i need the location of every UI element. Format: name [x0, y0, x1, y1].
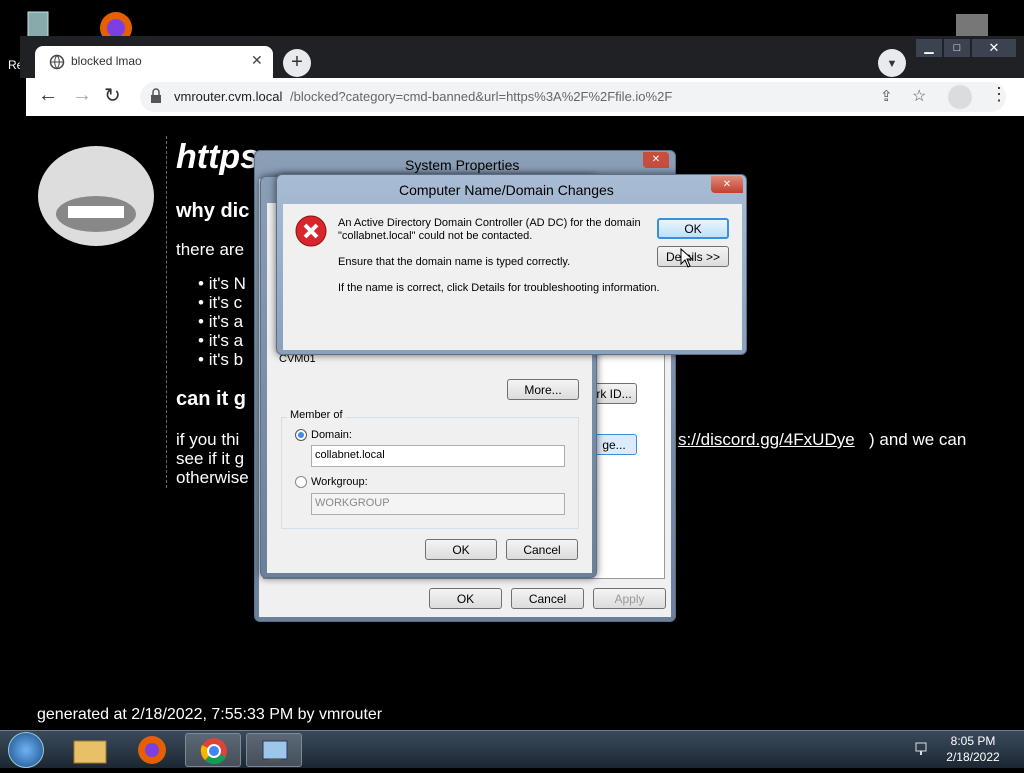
- close-icon[interactable]: ✕: [251, 52, 263, 69]
- troll-face-image: [34, 142, 158, 250]
- contact-line2: see if it g: [176, 449, 245, 468]
- minimize-button[interactable]: ▁: [916, 39, 942, 57]
- mouse-cursor-icon: [680, 247, 694, 268]
- tab-title: blocked lmao: [71, 54, 142, 68]
- profile-icon[interactable]: [948, 85, 972, 109]
- system-properties-taskbar-icon[interactable]: [246, 733, 302, 767]
- discord-link[interactable]: s://discord.gg/4FxUDye: [678, 430, 855, 450]
- change-button[interactable]: ge...: [591, 434, 637, 455]
- workgroup-field[interactable]: WORKGROUP: [311, 493, 565, 515]
- why-heading: why dic: [176, 200, 250, 222]
- explorer-icon[interactable]: [62, 733, 118, 767]
- tab-strip: blocked lmao ✕ + ▼ ▁ □ ✕: [20, 36, 1024, 78]
- error-message-line4: If the name is correct, click Details fo…: [338, 282, 660, 294]
- globe-icon: [49, 54, 65, 70]
- workgroup-radio[interactable]: [295, 476, 307, 488]
- url-host: vmrouter.cvm.local: [174, 89, 283, 104]
- sysprop-cancel-button[interactable]: Cancel: [511, 588, 584, 609]
- maximize-button[interactable]: □: [944, 39, 970, 57]
- system-properties-title: System Properties: [405, 157, 520, 173]
- network-icon[interactable]: [914, 741, 932, 757]
- more-button[interactable]: More...: [507, 379, 579, 400]
- chevron-down-icon: ▼: [886, 58, 898, 70]
- share-icon[interactable]: ⇪: [880, 87, 893, 105]
- domain-field[interactable]: collabnet.local: [311, 445, 565, 467]
- firefox-taskbar-icon[interactable]: [124, 733, 180, 767]
- forward-icon[interactable]: →: [72, 84, 92, 107]
- new-tab-button[interactable]: +: [283, 49, 311, 77]
- domain-radio[interactable]: [295, 429, 307, 441]
- address-bar[interactable]: vmrouter.cvm.local /blocked?category=cmd…: [140, 82, 1006, 112]
- error-message-line3: Ensure that the domain name is typed cor…: [338, 256, 571, 268]
- reasons-list: • it's N • it's c • it's a • it's a • it…: [198, 274, 246, 369]
- name-cancel-button[interactable]: Cancel: [506, 539, 578, 560]
- domain-label: Domain:: [311, 429, 352, 441]
- error-ok-button[interactable]: OK: [657, 218, 729, 239]
- close-button[interactable]: ✕: [643, 152, 669, 168]
- network-id-button[interactable]: rk ID...: [591, 383, 637, 404]
- workgroup-label: Workgroup:: [311, 476, 368, 488]
- sysprop-apply-button[interactable]: Apply: [593, 588, 666, 609]
- tab-search-button[interactable]: ▼: [878, 49, 906, 77]
- name-ok-button[interactable]: OK: [425, 539, 497, 560]
- clock-date[interactable]: 2/18/2022: [944, 750, 1002, 764]
- back-icon[interactable]: ←: [38, 84, 58, 107]
- contact-line3: otherwise: [176, 468, 249, 487]
- lock-icon: [150, 88, 162, 104]
- tab-blocked[interactable]: blocked lmao ✕: [35, 46, 273, 78]
- reasons-intro: there are: [176, 240, 245, 259]
- list-item: • it's b: [198, 350, 244, 369]
- error-message-line1: An Active Directory Domain Controller (A…: [338, 217, 641, 229]
- toolbar: ← → ↻ vmrouter.cvm.local /blocked?catego…: [26, 78, 1024, 116]
- start-orb-icon[interactable]: [8, 732, 44, 768]
- close-button[interactable]: ✕: [711, 176, 743, 193]
- list-item: • it's N: [198, 274, 246, 293]
- chrome-taskbar-icon[interactable]: [185, 733, 241, 767]
- error-dialog-title: Computer Name/Domain Changes: [399, 182, 614, 198]
- list-item: • it's c: [198, 293, 243, 312]
- clock-time[interactable]: 8:05 PM: [946, 734, 1000, 748]
- error-dialog: Computer Name/Domain Changes ✕ An Active…: [276, 174, 747, 355]
- can-heading: can it g: [176, 388, 247, 410]
- error-icon: [295, 215, 327, 247]
- error-dialog-body: An Active Directory Domain Controller (A…: [283, 204, 742, 350]
- url-path: /blocked?category=cmd-banned&url=https%3…: [290, 89, 673, 104]
- sysprop-ok-button[interactable]: OK: [429, 588, 502, 609]
- contact-line1: if you thi: [176, 430, 240, 449]
- firefox-desktop-icon[interactable]: [94, 6, 140, 44]
- star-icon[interactable]: ☆: [912, 86, 926, 106]
- menu-icon[interactable]: ⋮: [990, 84, 1008, 105]
- list-item: • it's a: [198, 312, 244, 331]
- contact-line1-end: ) and we can: [869, 430, 967, 449]
- close-window-button[interactable]: ✕: [972, 39, 1016, 57]
- member-of-label: Member of: [287, 409, 346, 421]
- taskbar: 8:05 PM 2/18/2022: [0, 730, 1024, 768]
- page-heading: https: [176, 138, 260, 176]
- footer-text: generated at 2/18/2022, 7:55:33 PM by vm…: [37, 706, 383, 723]
- list-item: • it's a: [198, 331, 244, 350]
- error-message-line2: "collabnet.local" could not be contacted…: [338, 230, 533, 242]
- vertical-divider: [166, 136, 167, 488]
- reload-icon[interactable]: ↻: [104, 83, 121, 108]
